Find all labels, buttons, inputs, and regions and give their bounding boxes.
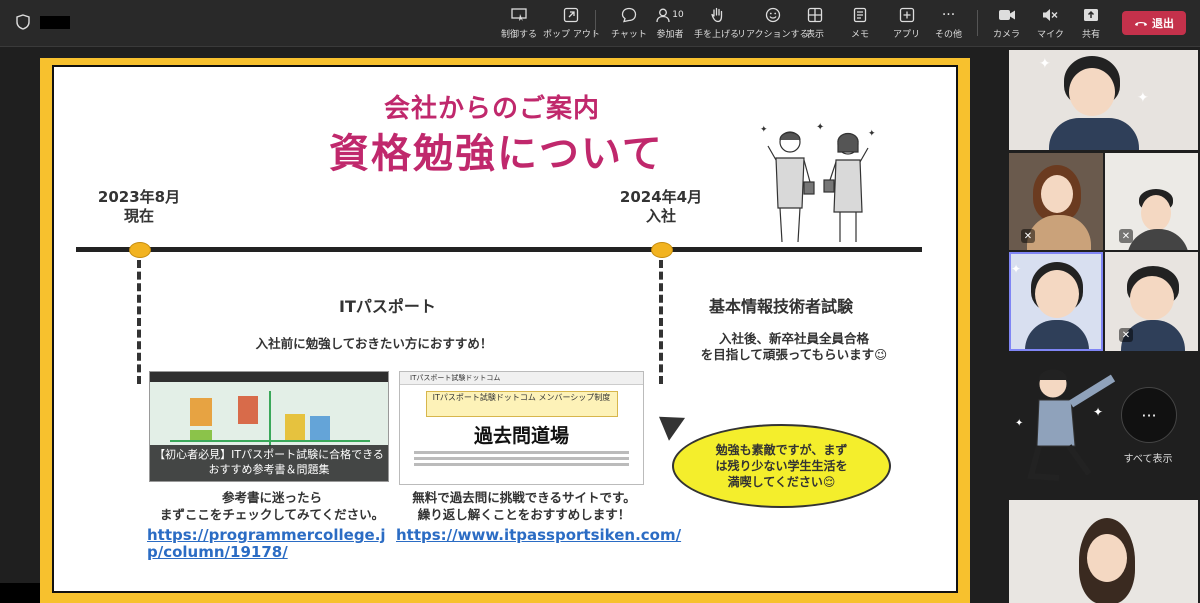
chat-button[interactable]: チャット xyxy=(611,6,647,42)
mic-off-icon xyxy=(1040,6,1060,24)
more-options-button[interactable]: ··· その他 xyxy=(935,6,962,42)
kihon-title: 基本情報技術者試験 xyxy=(709,297,854,316)
join-date-label: 2024年4月 入社 xyxy=(619,188,703,225)
phone-hangup-icon xyxy=(1135,22,1147,26)
toolbar-separator xyxy=(595,10,596,36)
svg-text:✦: ✦ xyxy=(816,122,824,133)
leave-button[interactable]: 退出 xyxy=(1122,11,1186,35)
slide: 会社からのご案内 資格勉強について ✦ ✦ ✦ 2023年8月 現在 2024年… xyxy=(52,65,958,593)
view-button[interactable]: 表示 xyxy=(805,6,825,42)
businesspeople-illustration: ✦ ✦ ✦ xyxy=(760,122,876,243)
reaction-button[interactable]: リアクションする xyxy=(737,6,809,42)
timeline-dot-join xyxy=(651,242,673,258)
svg-text:✦: ✦ xyxy=(868,129,876,139)
svg-text:✦: ✦ xyxy=(1015,418,1023,429)
it-passport-subtitle: 入社前に勉強しておきたい方におすすめ！ xyxy=(255,336,493,351)
notes-icon xyxy=(850,6,870,24)
avatar-face xyxy=(1035,270,1079,318)
avatar-face xyxy=(1130,276,1174,320)
participant-video-tile[interactable]: ✕ xyxy=(1105,252,1198,351)
timeline xyxy=(76,247,922,252)
kneeling-person-illustration: ✦ ✦ xyxy=(1015,369,1115,481)
camera-icon xyxy=(997,6,1017,24)
apps-icon xyxy=(897,6,917,24)
more-participants-button[interactable]: ··· xyxy=(1121,387,1177,443)
site-description: 無料で過去問に挑戦できるサイトです。 繰り返し解くことをおすすめします！ xyxy=(412,490,636,522)
avatar-body xyxy=(1049,118,1139,150)
raise-hand-button[interactable]: 手を上げる xyxy=(694,6,739,42)
speech-bubble: 勉強も素敵ですが、まず は残り少ない学生生活を 満喫してください😌 xyxy=(672,424,891,508)
participant-count: 10 xyxy=(672,10,684,20)
more-icon: ··· xyxy=(941,7,956,23)
avatar-body xyxy=(1027,215,1091,250)
mic-button[interactable]: マイク xyxy=(1037,6,1064,42)
camera-button[interactable]: カメラ xyxy=(993,6,1020,42)
participant-video-tile[interactable]: ✕ xyxy=(1105,153,1198,250)
self-view-preview[interactable] xyxy=(0,583,40,603)
kihon-description: 入社後、新卒社員全員合格 を目指して頑張ってもらいます😉 xyxy=(700,331,888,362)
thumbnail-header xyxy=(150,372,388,382)
avatar-face xyxy=(1041,175,1073,213)
participant-video-tile[interactable]: ✦ ✦ xyxy=(1009,50,1198,150)
current-date-label: 2023年8月 現在 xyxy=(97,188,181,225)
kakomon-site-thumbnail[interactable]: ITパスポート試験ドットコム ITパスポート試験ドットコム メンバーシップ制度 … xyxy=(399,371,644,485)
participant-video-tile[interactable] xyxy=(1009,500,1198,603)
show-all-label[interactable]: すべて表示 xyxy=(1112,450,1184,465)
timeline-dashline-current xyxy=(137,260,141,384)
svg-text:✦: ✦ xyxy=(1093,405,1103,419)
share-button[interactable]: 共有 xyxy=(1081,6,1101,42)
reaction-icon xyxy=(763,6,783,24)
thumbnail-caption: 【初心者必見】ITパスポート試験に合格できる おすすめ参考書＆問題集 xyxy=(150,445,388,481)
svg-text:✦: ✦ xyxy=(760,125,768,135)
shared-screen: 会社からのご案内 資格勉強について ✦ ✦ ✦ 2023年8月 現在 2024年… xyxy=(40,58,970,603)
programmer-college-link[interactable]: https://programmercollege.j p/column/191… xyxy=(147,527,386,561)
toolbar-separator xyxy=(977,10,978,36)
speech-bubble-tail xyxy=(650,405,686,441)
meeting-toolbar: 制御する ポップ アウト チャット 10 参加者 手を上げる リアクションする … xyxy=(0,0,1200,47)
reference-book-thumbnail[interactable]: 【初心者必見】ITパスポート試験に合格できる おすすめ参考書＆問題集 xyxy=(149,371,389,482)
kakomon-dojo-logo: 過去問道場 xyxy=(473,425,569,447)
participants-button[interactable]: 10 参加者 xyxy=(654,6,686,42)
avatar-body xyxy=(1025,320,1089,349)
notes-button[interactable]: メモ xyxy=(850,6,870,42)
meeting-title-redacted xyxy=(40,16,70,29)
view-icon xyxy=(805,6,825,24)
people-icon: 10 xyxy=(654,6,686,24)
itpassportsiken-link[interactable]: https://www.itpassportsiken.com/ xyxy=(396,527,681,544)
site-text-lines xyxy=(400,451,643,466)
mic-off-icon: ✕ xyxy=(1119,229,1133,243)
mic-off-icon: ✕ xyxy=(1119,328,1133,342)
participant-video-tile[interactable]: ✦ ✦ xyxy=(1009,356,1115,496)
popout-icon xyxy=(561,6,581,24)
it-passport-title: ITパスポート xyxy=(339,297,436,316)
avatar-face xyxy=(1087,534,1127,582)
apps-button[interactable]: アプリ xyxy=(893,6,920,42)
popout-button[interactable]: ポップ アウト xyxy=(543,6,600,42)
active-speaker-tile[interactable]: ✦ xyxy=(1009,252,1103,351)
control-icon xyxy=(509,6,529,24)
site-header: ITパスポート試験ドットコム xyxy=(400,372,643,385)
book-description: 参考書に迷ったら まずここをチェックしてみてください。 xyxy=(159,490,385,522)
mic-off-icon: ✕ xyxy=(1021,229,1035,243)
avatar-face xyxy=(1141,195,1171,231)
shield-icon xyxy=(16,14,30,30)
avatar-body xyxy=(1127,229,1189,250)
slide-subtitle: 会社からのご案内 xyxy=(384,94,601,124)
control-button[interactable]: 制御する xyxy=(501,6,537,42)
timeline-dot-current xyxy=(129,242,151,258)
slide-title: 資格勉強について xyxy=(329,131,664,177)
timeline-dashline-join xyxy=(659,260,663,384)
chat-icon xyxy=(619,6,639,24)
raise-hand-icon xyxy=(707,6,727,24)
share-icon xyxy=(1081,6,1101,24)
sparkle-icon: ✦ xyxy=(1011,262,1022,276)
participant-video-tile[interactable]: ✕ xyxy=(1009,153,1103,250)
membership-banner: ITパスポート試験ドットコム メンバーシップ制度 xyxy=(425,391,618,417)
leave-label: 退出 xyxy=(1152,17,1174,30)
sparkle-icon: ✦ xyxy=(1137,90,1149,106)
sparkle-icon: ✦ xyxy=(1039,56,1051,72)
avatar-face xyxy=(1069,68,1115,116)
